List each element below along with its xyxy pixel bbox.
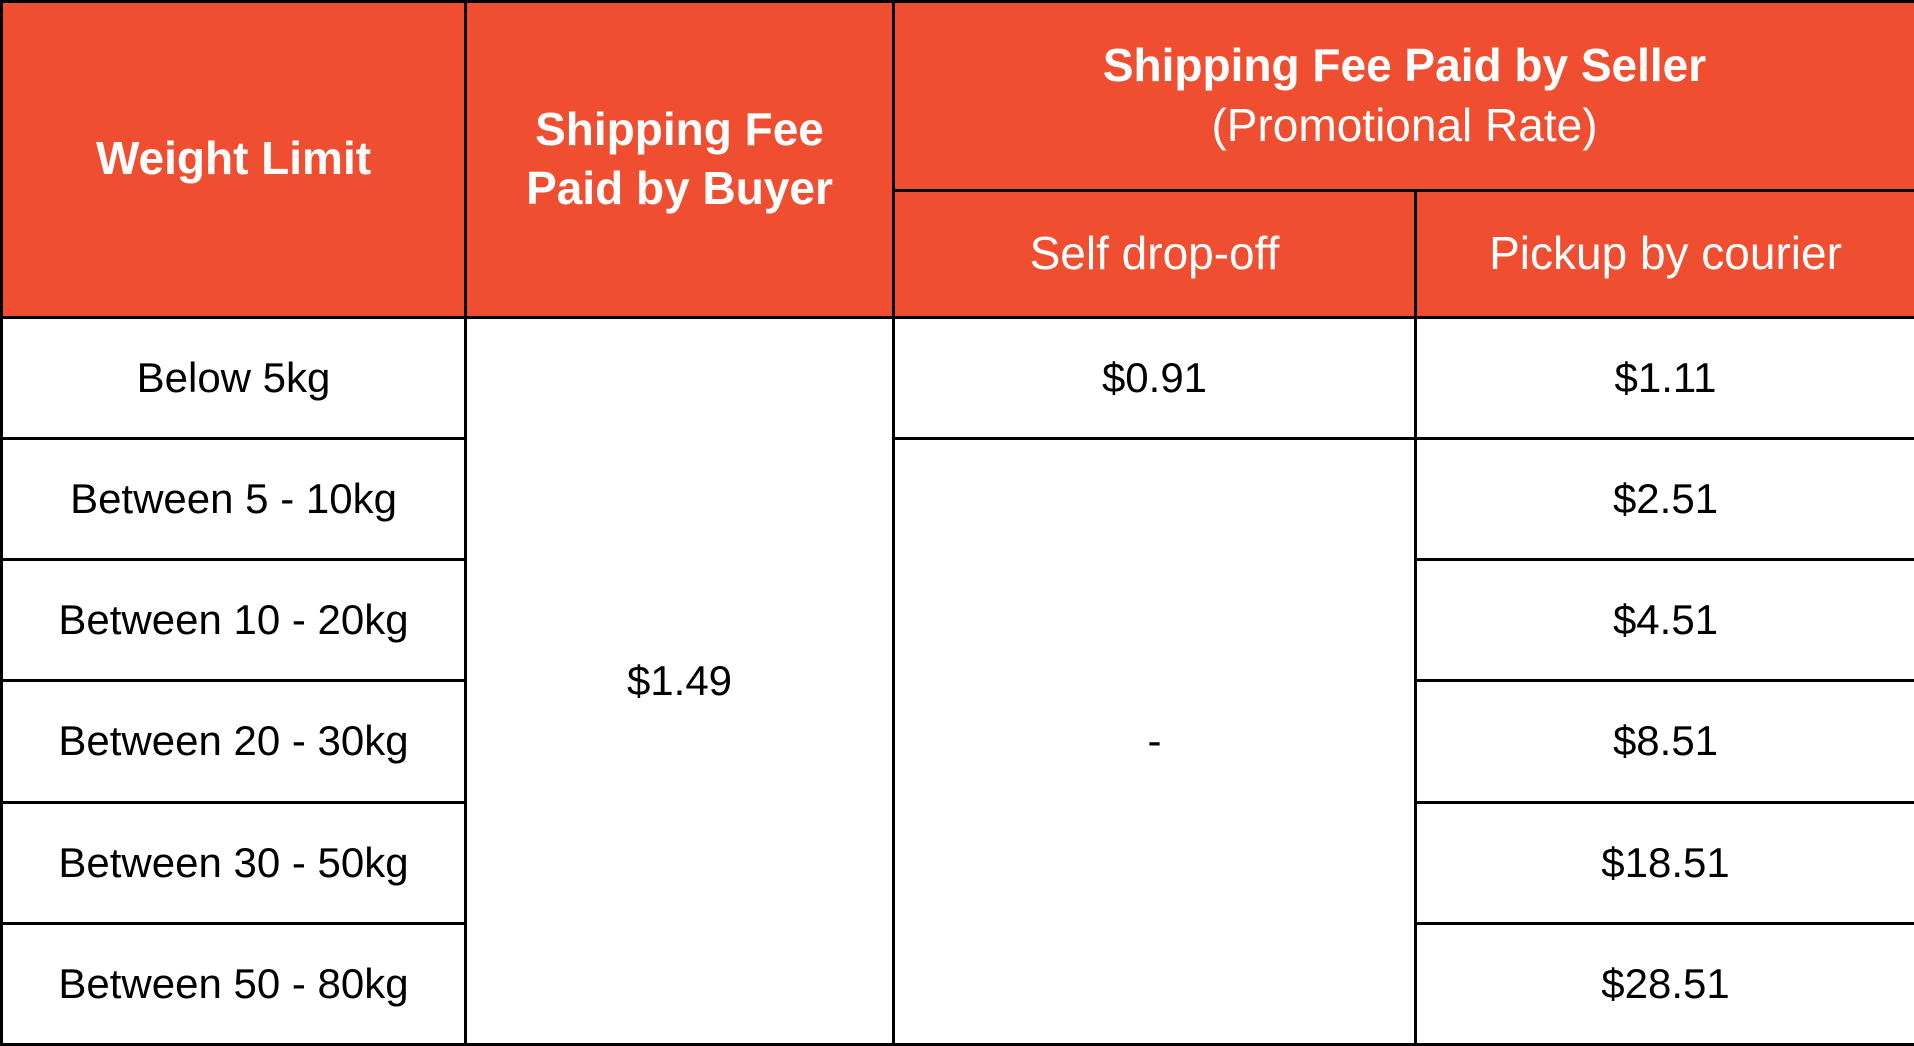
pickup-cell: $2.51: [1413, 436, 1914, 562]
header-self-dropoff: Self drop-off: [892, 189, 1417, 319]
header-seller-fee: Shipping Fee Paid by Seller (Promotional…: [891, 0, 1914, 193]
weight-cell: Between 20 - 30kg: [0, 679, 467, 804]
weight-cell: Below 5kg: [0, 315, 467, 440]
weight-cell: Between 30 - 50kg: [0, 800, 467, 925]
header-seller-fee-text: Shipping Fee Paid by Seller: [1102, 39, 1707, 92]
table-row: Below 5kg $1.49 $0.91 $1.11: [0, 315, 1914, 1046]
weight-cell: Between 5 - 10kg: [0, 436, 467, 562]
pickup-cell: $4.51: [1413, 558, 1914, 683]
header-buyer-fee: Shipping Fee Paid by Buyer: [464, 0, 895, 319]
weight-cell: Between 50 - 80kg: [0, 921, 467, 1046]
self-dropoff-cell: -: [892, 436, 1417, 1046]
header-buyer-fee-text: Shipping Fee Paid by Buyer: [526, 102, 833, 215]
pickup-cell: $18.51: [1413, 800, 1914, 925]
weight-cell: Between 10 - 20kg: [0, 558, 467, 683]
table-row: Between 5 - 10kg - $2.51: [0, 436, 1914, 1046]
self-dropoff-cell: $0.91: [892, 315, 1417, 440]
shipping-fee-table: Weight Limit Shipping Fee Paid by Buyer …: [0, 0, 1914, 1046]
pickup-cell: $8.51: [1413, 679, 1914, 804]
pickup-cell: $1.11: [1413, 315, 1914, 440]
buyer-fee-cell: $1.49: [464, 315, 895, 1046]
pickup-cell: $28.51: [1413, 921, 1914, 1046]
header-seller-note: (Promotional Rate): [1211, 99, 1598, 152]
header-pickup: Pickup by courier: [1413, 189, 1914, 319]
header-weight-limit: Weight Limit: [0, 0, 467, 319]
